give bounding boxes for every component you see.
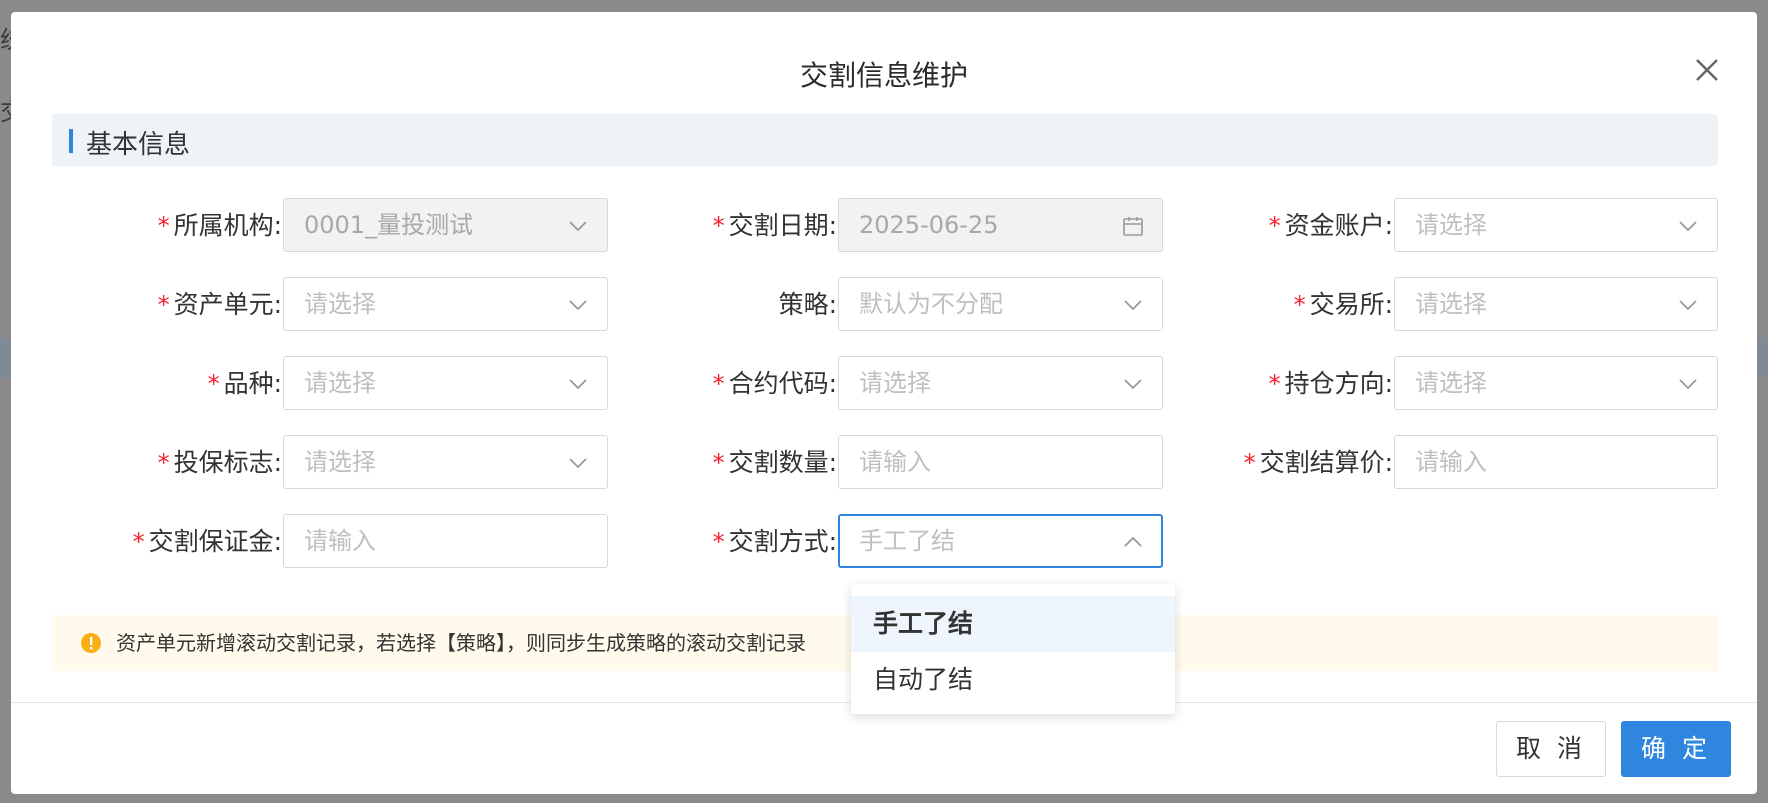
section-accent-bar bbox=[69, 129, 73, 153]
chevron-down-icon bbox=[569, 300, 587, 311]
variety-placeholder: 请选择 bbox=[304, 369, 376, 397]
field-label-delivery-quantity: * 交割数量: bbox=[712, 448, 837, 477]
chevron-down-icon bbox=[569, 458, 587, 469]
delivery-method-select[interactable]: 手工了结 bbox=[838, 514, 1163, 568]
chevron-down-icon bbox=[1679, 300, 1697, 311]
delivery-date-value: 2025-06-25 bbox=[859, 211, 999, 239]
field-label-delivery-method: * 交割方式: bbox=[712, 527, 837, 556]
settlement-price-placeholder: 请输入 bbox=[1415, 448, 1487, 476]
exchange-placeholder: 请选择 bbox=[1415, 290, 1487, 318]
field-label-delivery-date: * 交割日期: bbox=[712, 211, 837, 240]
close-icon bbox=[1696, 59, 1718, 81]
delivery-info-modal: 交割信息维护 基本信息 * 所属机构: 0001_量投测试 * 交割日期: 2025… bbox=[11, 12, 1757, 794]
position-direction-placeholder: 请选择 bbox=[1415, 369, 1487, 397]
field-label-contract-code: * 合约代码: bbox=[712, 369, 837, 398]
close-button[interactable] bbox=[1689, 52, 1725, 88]
chevron-down-icon bbox=[1124, 379, 1142, 390]
asset-unit-select[interactable]: 请选择 bbox=[283, 277, 608, 331]
institution-value: 0001_量投测试 bbox=[304, 211, 474, 239]
position-direction-select[interactable]: 请选择 bbox=[1394, 356, 1718, 410]
institution-select[interactable]: 0001_量投测试 bbox=[283, 198, 608, 252]
delivery-method-placeholder: 手工了结 bbox=[859, 527, 955, 555]
delivery-margin-placeholder: 请输入 bbox=[304, 527, 376, 555]
chevron-down-icon bbox=[1124, 300, 1142, 311]
confirm-button[interactable]: 确 定 bbox=[1621, 721, 1731, 777]
chevron-down-icon bbox=[1679, 221, 1697, 232]
field-label-fund-account: * 资金账户: bbox=[1268, 211, 1393, 240]
modal-title: 交割信息维护 bbox=[799, 59, 968, 92]
exchange-select[interactable]: 请选择 bbox=[1394, 277, 1718, 331]
delivery-margin-input[interactable]: 请输入 bbox=[283, 514, 608, 568]
field-label-institution: * 所属机构: bbox=[157, 211, 282, 240]
field-label-hedge-flag: * 投保标志: bbox=[157, 448, 282, 477]
cancel-button[interactable]: 取 消 bbox=[1496, 721, 1606, 777]
strategy-placeholder: 默认为不分配 bbox=[859, 290, 1003, 318]
field-label-settlement-price: * 交割结算价: bbox=[1243, 448, 1393, 477]
fund-account-select[interactable]: 请选择 bbox=[1394, 198, 1718, 252]
dropdown-option-manual[interactable]: 手工了结 bbox=[851, 596, 1175, 652]
field-label-asset-unit: * 资产单元: bbox=[157, 290, 282, 319]
calendar-icon bbox=[1123, 217, 1143, 236]
field-label-exchange: * 交易所: bbox=[1293, 290, 1393, 319]
field-label-strategy: 策略: bbox=[778, 290, 837, 319]
alert-text: 资产单元新增滚动交割记录，若选择【策略】，则同步生成策略的滚动交割记录 bbox=[116, 631, 806, 655]
contract-code-placeholder: 请选择 bbox=[859, 369, 931, 397]
field-label-position-direction: * 持仓方向: bbox=[1268, 369, 1393, 398]
delivery-method-dropdown: 手工了结 自动了结 bbox=[851, 584, 1175, 714]
section-header: 基本信息 bbox=[52, 114, 1718, 166]
hedge-flag-placeholder: 请选择 bbox=[304, 448, 376, 476]
hedge-flag-select[interactable]: 请选择 bbox=[283, 435, 608, 489]
delivery-quantity-placeholder: 请输入 bbox=[859, 448, 931, 476]
chevron-down-icon bbox=[1679, 379, 1697, 390]
delivery-quantity-input[interactable]: 请输入 bbox=[838, 435, 1163, 489]
field-label-variety: * 品种: bbox=[207, 369, 282, 398]
delivery-date-picker[interactable]: 2025-06-25 bbox=[838, 198, 1163, 252]
strategy-select[interactable]: 默认为不分配 bbox=[838, 277, 1163, 331]
warning-icon bbox=[81, 633, 101, 653]
settlement-price-input[interactable]: 请输入 bbox=[1394, 435, 1718, 489]
chevron-up-icon bbox=[1124, 536, 1142, 547]
section-title: 基本信息 bbox=[86, 130, 191, 160]
chevron-down-icon bbox=[569, 221, 587, 232]
variety-select[interactable]: 请选择 bbox=[283, 356, 608, 410]
chevron-down-icon bbox=[569, 379, 587, 390]
contract-code-select[interactable]: 请选择 bbox=[838, 356, 1163, 410]
dropdown-option-auto[interactable]: 自动了结 bbox=[851, 652, 1175, 708]
asset-unit-placeholder: 请选择 bbox=[304, 290, 376, 318]
fund-account-placeholder: 请选择 bbox=[1415, 211, 1487, 239]
field-label-delivery-margin: * 交割保证金: bbox=[132, 527, 282, 556]
